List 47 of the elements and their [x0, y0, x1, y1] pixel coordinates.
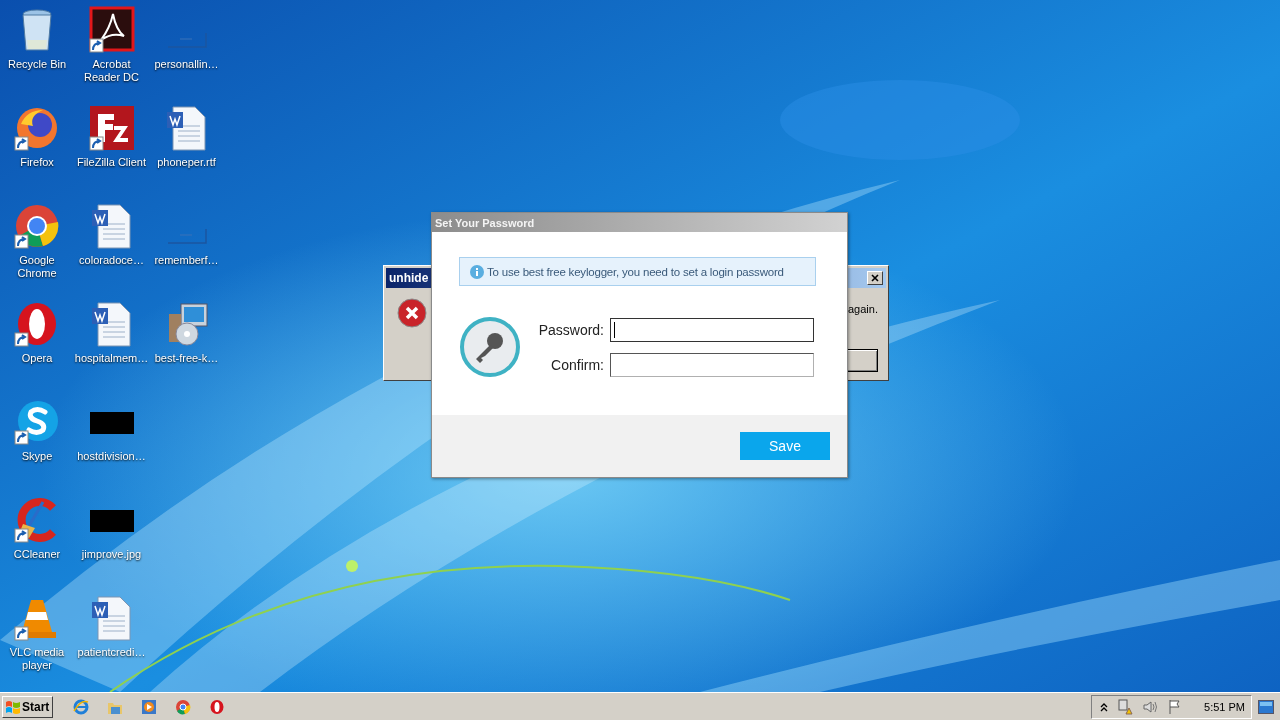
desktop-shortcut[interactable]: jimprove.jpg [74, 496, 149, 594]
input-field[interactable] [610, 318, 814, 342]
desktop-shortcut[interactable]: rememberf… [149, 202, 224, 300]
browser-icon[interactable] [73, 698, 89, 715]
browser-icon[interactable] [209, 698, 225, 715]
close-button[interactable] [867, 271, 883, 285]
close-icon [870, 273, 880, 283]
save-button[interactable]: Save [740, 432, 830, 460]
window-title: unhide [389, 271, 429, 285]
desktop-shortcut[interactable]: Skype [0, 398, 74, 496]
text-cursor [614, 322, 615, 338]
info-icon [470, 264, 484, 279]
browser-icon[interactable] [175, 698, 191, 715]
desktop-shortcut[interactable]: FileZilla Client [74, 104, 149, 202]
desktop-shortcut[interactable]: CCleaner [0, 496, 74, 594]
chevron-up-icon[interactable] [1100, 701, 1109, 712]
show-desktop-icon[interactable] [1258, 699, 1274, 714]
field-label: Confirm: [550, 357, 604, 373]
desktop-shortcut[interactable]: Google Chrome [0, 202, 74, 300]
field-label: Password: [537, 322, 604, 338]
desktop-shortcut[interactable]: hospitalmem… [74, 300, 149, 398]
desktop-shortcut[interactable]: personallin… [149, 6, 224, 104]
desktop-shortcut[interactable]: Firefox [0, 104, 74, 202]
desktop-shortcut[interactable]: Recycle Bin [0, 6, 74, 104]
media-player-icon[interactable] [141, 698, 157, 715]
window-title: Set Your Password [435, 216, 535, 229]
message-text: again. [848, 303, 878, 315]
key-icon [459, 316, 521, 378]
network-warning-icon[interactable] [1117, 698, 1134, 715]
info-text: To use best free keylogger, you need to set a login password [487, 265, 784, 278]
desktop-shortcut[interactable]: phoneper.rtf [149, 104, 224, 202]
desktop-shortcut[interactable]: Opera [0, 300, 74, 398]
input-field[interactable] [610, 353, 814, 377]
desktop-shortcut[interactable]: best-free-k… [149, 300, 224, 398]
error-icon [397, 298, 427, 328]
file-icon [166, 226, 207, 245]
start-button[interactable]: Start [2, 695, 53, 718]
desktop-shortcut[interactable]: hostdivision… [74, 398, 149, 496]
browser-icon [13, 202, 61, 250]
file-icon [166, 30, 207, 49]
speaker-icon[interactable] [1142, 698, 1159, 715]
pdf-app-icon [87, 6, 136, 54]
windows-logo-icon [5, 698, 21, 715]
desktop-shortcut[interactable]: coloradoce… [74, 202, 149, 300]
desktop-shortcut[interactable]: VLC media player [0, 594, 74, 692]
desktop-shortcut[interactable]: Acrobat Reader DC [74, 6, 149, 104]
clock[interactable]: 5:51 PM [1204, 700, 1245, 713]
